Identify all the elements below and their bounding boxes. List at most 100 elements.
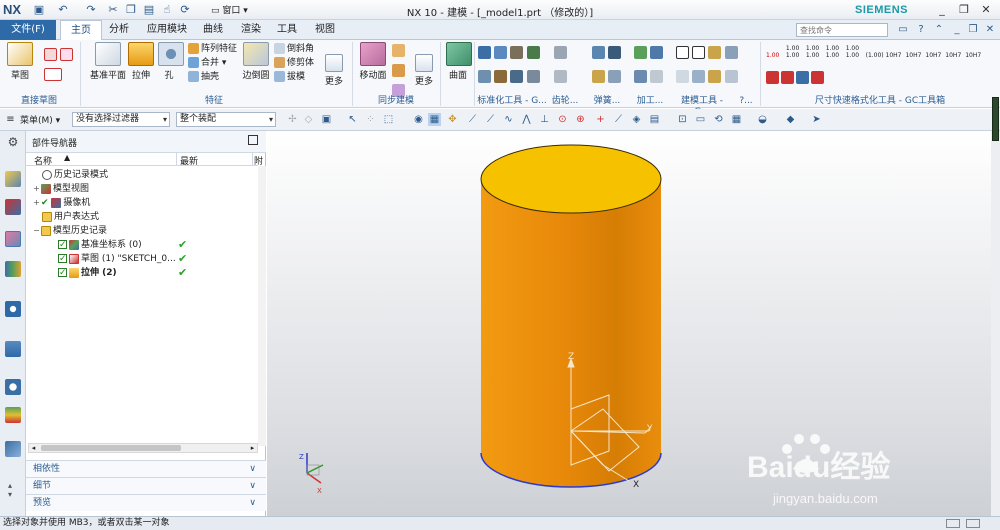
square-icon[interactable] <box>692 46 706 59</box>
assembly-scope-dropdown[interactable]: 整个装配 ▾ <box>176 112 276 127</box>
line-icon[interactable] <box>60 48 74 61</box>
spring-icon[interactable] <box>592 46 605 59</box>
dim-format-button[interactable]: 10H7 <box>886 52 904 59</box>
view-icon[interactable]: ◆ <box>784 113 797 126</box>
snap-icon[interactable]: ⟋ <box>466 113 479 126</box>
maximize-panel-icon[interactable] <box>248 135 258 145</box>
sort-ascending-icon[interactable]: ▲ <box>64 153 70 162</box>
spring-icon[interactable] <box>608 46 622 59</box>
dim-tool-icon[interactable] <box>810 71 824 84</box>
preview-panel[interactable]: 预览 ∨ <box>26 494 266 511</box>
tab-tools[interactable]: 工具 <box>272 20 302 40</box>
view-icon[interactable]: ➤ <box>810 113 823 126</box>
offset-region-icon[interactable] <box>392 44 405 57</box>
dim-format-button[interactable]: 10H7 <box>905 52 923 59</box>
dim-tool-icon[interactable] <box>795 71 809 84</box>
scroll-right-icon[interactable]: ▸ <box>248 444 257 452</box>
tree-row[interactable]: 用户表达式 <box>26 210 258 224</box>
dim-format-button[interactable]: 10H7 <box>945 52 963 59</box>
edge-blend-button[interactable]: 边倒圆 <box>240 42 272 81</box>
tree-row[interactable]: 基准坐标系 (0) ✔ <box>26 238 258 252</box>
dim-format-button[interactable]: 1.00 1.00 <box>806 45 824 59</box>
scroll-left-icon[interactable]: ◂ <box>29 444 38 452</box>
select-tool-icon[interactable]: ⬚ <box>382 113 395 126</box>
gc-tool-icon[interactable] <box>494 46 508 59</box>
settings-gear-icon[interactable]: ⚙ <box>5 135 21 151</box>
snap-icon[interactable]: ◈ <box>630 113 643 126</box>
spring-icon[interactable] <box>608 70 622 83</box>
status-icon[interactable] <box>946 519 960 528</box>
help-icon[interactable]: ? <box>914 23 928 37</box>
dim-tool-icon[interactable] <box>766 71 779 84</box>
details-panel[interactable]: 细节 ∨ <box>26 477 266 494</box>
chamfer-button[interactable]: 倒斜角 <box>274 42 314 56</box>
gc-tool-icon[interactable] <box>478 70 491 83</box>
role-icon[interactable] <box>5 441 21 457</box>
tree-row[interactable]: 草图 (1) "SKETCH_0...✔ <box>26 252 258 266</box>
select-tool-icon[interactable]: ↖ <box>346 113 359 126</box>
shell-button[interactable]: 抽壳 <box>188 70 237 84</box>
view-icon[interactable]: ◒ <box>756 113 769 126</box>
hole-button[interactable]: 孔 <box>158 42 184 81</box>
ribbon-options-icon[interactable]: ▭ <box>896 23 910 37</box>
machining-icon[interactable] <box>634 70 647 83</box>
machining-icon[interactable] <box>650 70 664 83</box>
dim-format-button[interactable]: 1.00 <box>766 52 784 59</box>
visibility-checkbox[interactable] <box>58 238 67 252</box>
dim-format-button[interactable]: 1.00 1.00 <box>826 45 844 59</box>
select-tool-icon[interactable]: ▦ <box>428 113 441 126</box>
gc-tool-icon[interactable] <box>510 70 524 83</box>
select-tool-icon[interactable]: ◇ <box>302 113 315 126</box>
modeling-tool-icon[interactable] <box>724 46 738 59</box>
doc-close-icon[interactable]: ✕ <box>983 23 997 37</box>
gc-tool-icon[interactable] <box>510 46 524 59</box>
tab-home[interactable]: 主页 <box>60 20 102 40</box>
spring-icon[interactable] <box>592 70 605 83</box>
snap-icon[interactable]: ⊙ <box>556 113 569 126</box>
dim-format-button[interactable]: 10H7 <box>965 52 983 59</box>
select-tool-icon[interactable]: ◉ <box>412 113 425 126</box>
tab-render[interactable]: 渲染 <box>236 20 266 40</box>
selection-filter-dropdown[interactable]: 没有选择过滤器 ▾ <box>72 112 170 127</box>
dim-tool-icon[interactable] <box>780 71 794 84</box>
dim-format-button[interactable]: (1.00) <box>866 52 884 59</box>
tree-row[interactable]: − 模型历史记录 <box>26 224 258 238</box>
tree-row[interactable]: 历史记录模式 <box>26 168 258 182</box>
part-navigator-icon[interactable] <box>5 231 21 247</box>
modeling-tool-icon[interactable] <box>708 70 722 83</box>
snap-icon[interactable]: ✥ <box>446 113 459 126</box>
surface-button[interactable]: 曲面 <box>446 42 472 81</box>
feature-more-button[interactable]: 更多 <box>322 42 346 87</box>
snap-icon[interactable]: ∿ <box>502 113 515 126</box>
dim-format-button[interactable]: 1.00 1.00 <box>786 45 804 59</box>
scrollbar-thumb[interactable] <box>41 445 181 451</box>
view-icon[interactable]: ▭ <box>694 113 707 126</box>
assembly-navigator-icon[interactable] <box>5 171 21 187</box>
replace-face-icon[interactable] <box>392 64 405 77</box>
restore-button[interactable]: ❐ <box>956 2 972 18</box>
graphics-window[interactable]: Z Y X Z X Baidu经验 jingyan.baidu.com <box>267 131 991 516</box>
modeling-tool-icon[interactable] <box>708 46 722 59</box>
view-icon[interactable]: ▦ <box>730 113 743 126</box>
constraint-navigator-icon[interactable] <box>5 199 21 215</box>
vertical-scrollbar[interactable] <box>258 166 266 446</box>
dim-format-button[interactable]: 10H7 <box>925 52 943 59</box>
minimize-button[interactable]: _ <box>934 2 950 18</box>
sync-more-button[interactable]: 更多 <box>412 42 436 87</box>
profile-icon[interactable] <box>44 48 57 61</box>
gear-icon[interactable] <box>554 46 567 59</box>
command-search-input[interactable] <box>796 23 888 37</box>
select-tool-icon[interactable]: ✢ <box>286 113 299 126</box>
draft-button[interactable]: 拔模 <box>274 70 314 84</box>
datum-plane-button[interactable]: 基准平面 <box>88 42 128 81</box>
close-button[interactable]: ✕ <box>978 2 994 18</box>
view-icon[interactable]: ⊡ <box>676 113 689 126</box>
snap-icon[interactable]: ⊕ <box>574 113 587 126</box>
triangle-icon[interactable] <box>676 46 689 59</box>
column-name[interactable]: 名称 <box>34 154 52 167</box>
combine-button[interactable]: 合并 ▾ <box>188 56 237 70</box>
modeling-tool-icon[interactable] <box>692 70 706 83</box>
visibility-checkbox[interactable] <box>58 266 67 280</box>
move-face-button[interactable]: 移动面 <box>358 42 388 81</box>
collapse-ribbon-icon[interactable]: ⌃ <box>932 23 946 37</box>
